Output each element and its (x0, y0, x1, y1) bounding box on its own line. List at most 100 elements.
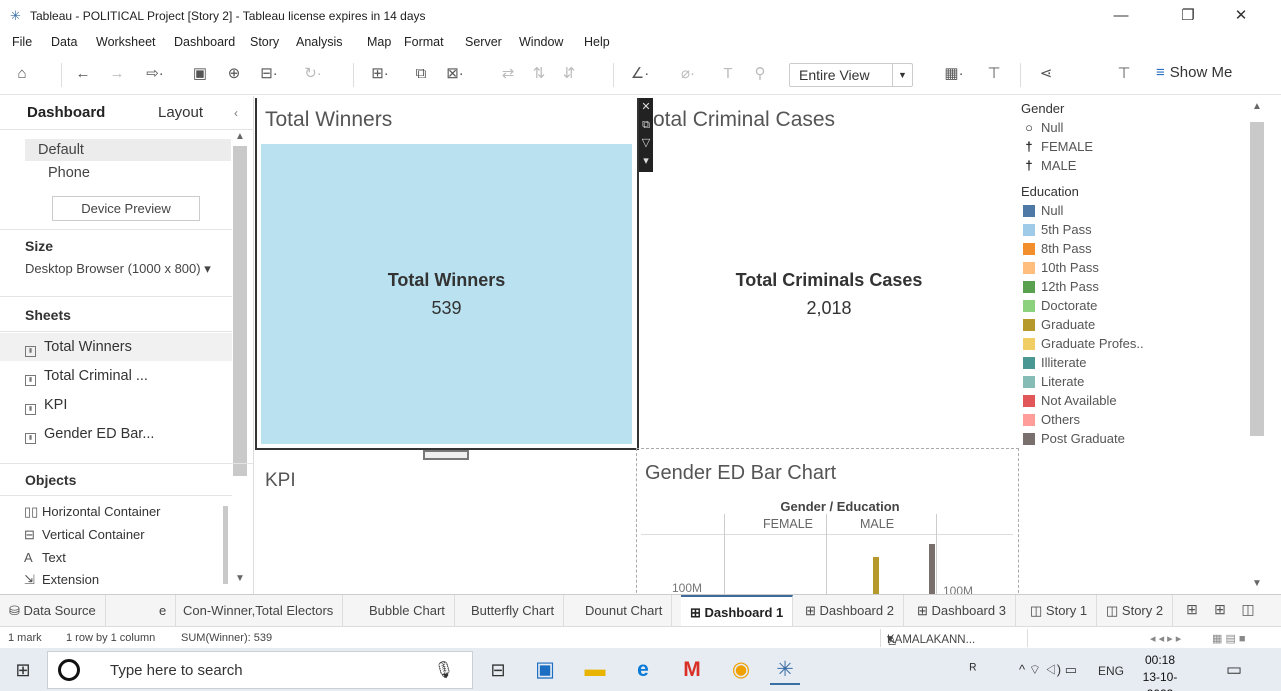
tab-dashboard-2[interactable]: ⊞ Dashboard 2 (796, 595, 904, 626)
people-icon[interactable]: ᴿ (958, 657, 988, 683)
menu-window[interactable]: Window (519, 35, 563, 49)
menu-data[interactable]: Data (51, 35, 77, 49)
menu-format[interactable]: Format (404, 35, 444, 49)
legend-item[interactable]: 10th Pass (1023, 260, 1099, 275)
dashboard-scrollbar[interactable] (1250, 122, 1264, 436)
remove-zone-icon[interactable]: ✕ (639, 98, 653, 116)
close-button[interactable]: ✕ (1221, 4, 1261, 28)
legend-item[interactable]: 8th Pass (1023, 241, 1092, 256)
clock[interactable]: 00:18 13-10-2023 (1137, 652, 1183, 691)
filter-icon[interactable]: ▽ (639, 134, 653, 152)
legend-item[interactable]: Literate (1023, 374, 1084, 389)
tableau-taskbar-icon[interactable]: ✳ (770, 657, 800, 685)
tab-e[interactable]: e (150, 595, 177, 626)
panel-scrollbar[interactable] (233, 146, 247, 476)
legend-item[interactable]: 5th Pass (1023, 222, 1092, 237)
pause-icon[interactable]: ⊟· (255, 64, 283, 84)
pin-icon[interactable]: ⚲ (750, 64, 770, 84)
new-story-icon[interactable]: ◫ (1238, 599, 1258, 619)
sheet-item[interactable]: ▮ Gender ED Bar... (25, 426, 154, 444)
device-default[interactable]: Default (38, 142, 84, 158)
share-icon[interactable]: ⋖ (1035, 64, 1057, 84)
legend-item[interactable]: ○ Null (1023, 120, 1063, 135)
bar-male-post-graduate[interactable] (929, 544, 935, 594)
sort-asc-icon[interactable]: ⇅ (528, 64, 550, 84)
notifications-icon[interactable]: ▭ (1219, 657, 1249, 683)
user-menu[interactable]: ♙ KAMALAKANN... ▾ (880, 629, 1028, 648)
menu-story[interactable]: Story (250, 35, 279, 49)
legend-item[interactable]: Null (1023, 203, 1063, 218)
forward-icon[interactable]: → (106, 64, 128, 84)
legend-item[interactable]: Others (1023, 412, 1080, 427)
tab-story-1[interactable]: ◫ Story 1 (1021, 595, 1098, 626)
scroll-down-icon[interactable]: ▼ (1250, 574, 1264, 594)
legend-item[interactable]: † MALE (1023, 158, 1076, 173)
duplicate-icon[interactable]: ⧉ (410, 64, 432, 84)
back-icon[interactable]: ← (72, 64, 94, 84)
menu-help[interactable]: Help (584, 35, 610, 49)
clear-sheet-icon[interactable]: ⊠· (440, 64, 470, 84)
tab-bubble-chart[interactable]: Bubble Chart (360, 595, 455, 626)
new-worksheet-icon[interactable]: ⊞ (1182, 599, 1202, 619)
menu-worksheet[interactable]: Worksheet (96, 35, 156, 49)
objects-scrollbar[interactable] (223, 506, 228, 584)
object-horizontal-container[interactable]: ▯▯ Horizontal Container (24, 504, 161, 520)
chrome-icon[interactable]: ◉ (726, 657, 756, 683)
maximize-button[interactable]: ❐ (1168, 4, 1208, 28)
scroll-up-icon[interactable]: ▲ (1250, 97, 1264, 117)
show-cards-icon[interactable]: ▦· (934, 64, 974, 84)
object-text[interactable]: A Text (24, 550, 66, 565)
redo-icon[interactable]: ⇨· (140, 64, 170, 84)
tab-butterfly-chart[interactable]: Butterfly Chart (462, 595, 565, 626)
bar-male-graduate[interactable] (873, 557, 879, 594)
legend-item[interactable]: 12th Pass (1023, 279, 1099, 294)
view-grid-icon[interactable]: ▦ ▤ ■ (1212, 632, 1246, 645)
go-to-sheet-icon[interactable]: ⧉ (639, 116, 653, 134)
sheet-item[interactable]: ▮ Total Criminal ... (25, 368, 148, 386)
more-options-icon[interactable]: ▾ (639, 152, 653, 170)
menu-file[interactable]: File (12, 35, 32, 49)
new-dashboard-icon[interactable]: ⊞ (1210, 599, 1230, 619)
menu-analysis[interactable]: Analysis (296, 35, 343, 49)
collapse-panel-icon[interactable]: ‹ (234, 106, 238, 120)
legend-item[interactable]: Illiterate (1023, 355, 1087, 370)
language-indicator[interactable]: ENG (1093, 658, 1129, 684)
page-nav-icon[interactable]: ◂ ◂ ▸ ▸ (1150, 632, 1181, 645)
edge-icon[interactable]: e (628, 657, 658, 683)
tab-dashboard-1[interactable]: ⊞ Dashboard 1 (681, 595, 794, 626)
sheet-item[interactable]: ▮ KPI (25, 397, 67, 415)
group-icon[interactable]: ⌀· (673, 64, 703, 84)
sheet-item[interactable]: ▮ Total Winners (25, 339, 132, 357)
file-explorer-icon[interactable]: ▬ (580, 657, 610, 683)
scroll-down-icon[interactable]: ▼ (233, 569, 247, 589)
tab-story-2[interactable]: ◫ Story 2 (1097, 595, 1174, 626)
home-icon[interactable]: ⌂ (12, 64, 32, 84)
save-icon[interactable]: ▣ (190, 64, 210, 84)
taskbar-search[interactable]: Type here to search 🎙 (47, 651, 473, 689)
microphone-icon[interactable]: 🎙 (434, 660, 454, 680)
swap-icon[interactable]: ⇄ (497, 64, 519, 84)
tab-dashboard-3[interactable]: ⊞ Dashboard 3 (908, 595, 1016, 626)
minimize-button[interactable]: — (1101, 4, 1141, 28)
menu-map[interactable]: Map (367, 35, 391, 49)
task-view-icon[interactable]: ⊟ (483, 657, 513, 683)
refresh-icon[interactable]: ↻· (298, 64, 328, 84)
scroll-up-icon[interactable]: ▲ (233, 127, 247, 147)
store-icon[interactable]: ▣ (530, 657, 560, 683)
device-preview-button[interactable]: Device Preview (52, 196, 200, 221)
legend-item[interactable]: † FEMALE (1023, 139, 1093, 154)
system-tray-icons[interactable]: ^ ⌔ ◁) ▭ (1003, 657, 1093, 683)
menu-server[interactable]: Server (465, 35, 502, 49)
tab-data-source[interactable]: ⛁ Data Source (0, 595, 106, 626)
label-icon[interactable]: T (718, 64, 738, 84)
new-worksheet-icon[interactable]: ⊞· (365, 64, 395, 84)
sort-desc-icon[interactable]: ⇵ (558, 64, 580, 84)
tab-dounut-chart[interactable]: Dounut Chart (576, 595, 673, 626)
new-datasource-icon[interactable]: ⊕ (224, 64, 244, 84)
menu-dashboard[interactable]: Dashboard (174, 35, 235, 49)
tab-layout[interactable]: Layout (158, 104, 203, 121)
windows-start-icon[interactable]: ⊞ (8, 657, 38, 683)
tab-dashboard[interactable]: Dashboard (27, 104, 105, 121)
object-vertical-container[interactable]: ⊟ Vertical Container (24, 527, 145, 543)
legend-item[interactable]: Graduate Profes.. (1023, 336, 1144, 351)
